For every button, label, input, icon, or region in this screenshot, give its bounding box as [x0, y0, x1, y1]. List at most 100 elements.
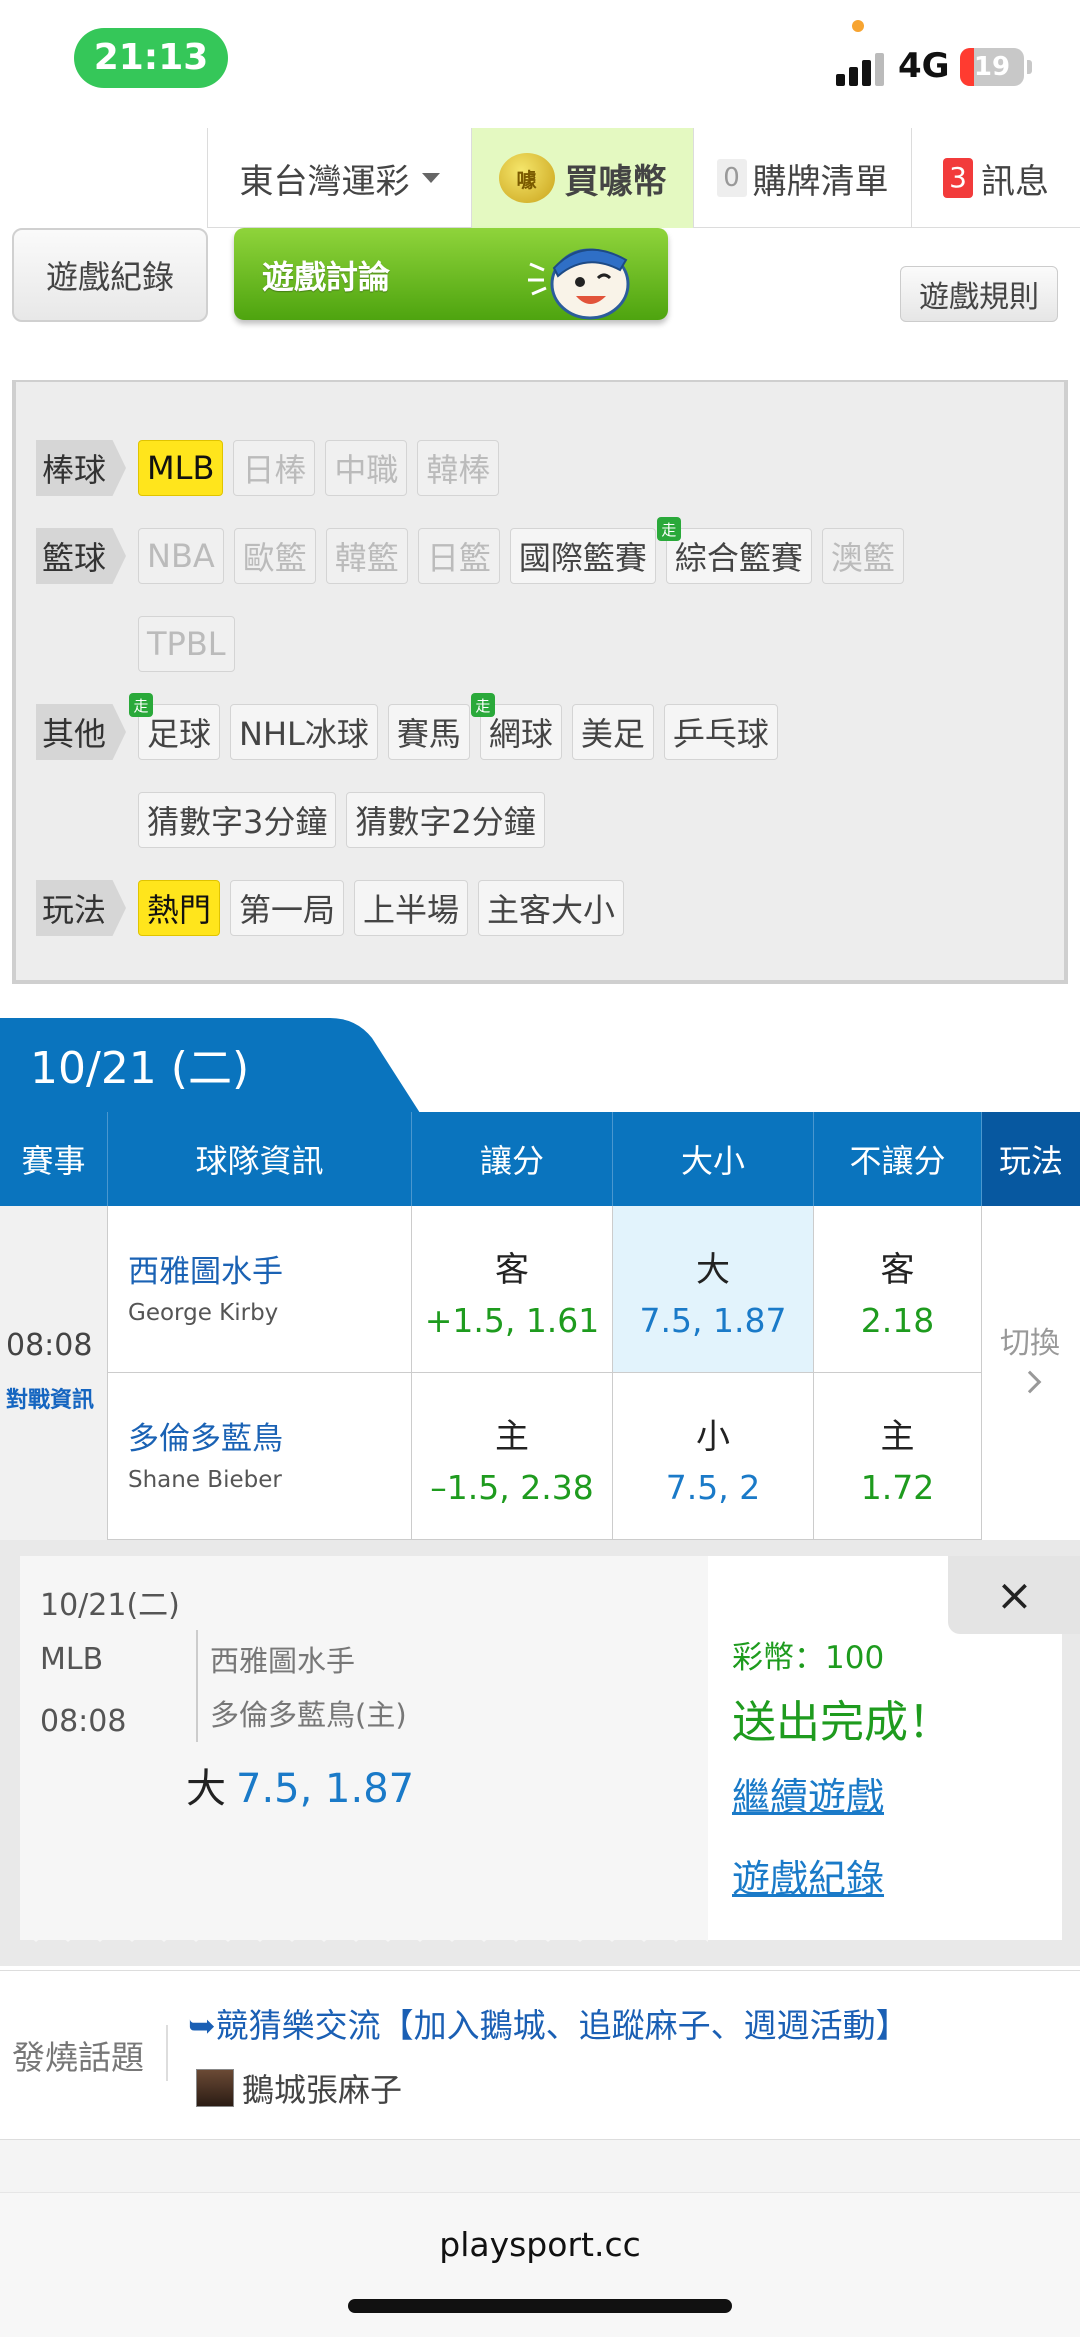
odds-table-header: 賽事 球隊資訊 讓分 大小 不讓分 玩法	[0, 1112, 1080, 1206]
ticket-home-team: 多倫多藍鳥(主)	[210, 1698, 407, 1732]
filter-chip-table-tennis[interactable]: 乒乓球	[663, 704, 778, 760]
team-cell-home: 多倫多藍鳥 Shane Bieber	[108, 1373, 412, 1539]
live-badge: 走	[129, 693, 153, 717]
switch-button[interactable]: 切換	[982, 1206, 1080, 1540]
privacy-indicator-icon	[852, 20, 864, 32]
filter-chip-npb[interactable]: 日棒	[233, 440, 316, 496]
filter-chip-mlb[interactable]: MLB	[138, 440, 224, 496]
filter-chip-home-away-total[interactable]: 主客大小	[478, 880, 625, 936]
caret-down-icon	[421, 173, 440, 183]
bet-ticket: 10/21(二) MLB 08:08 西雅圖水手 多倫多藍鳥(主) 大 7.5, …	[20, 1556, 708, 1940]
filter-chip-tpbl[interactable]: TPBL	[138, 616, 235, 672]
play-mode-button[interactable]: 玩法	[982, 1112, 1080, 1206]
filter-category-baseball: 棒球	[36, 440, 126, 496]
filter-chip-euro-basketball[interactable]: 歐籃	[233, 528, 316, 584]
game-rules-button[interactable]: 遊戲規則	[900, 266, 1058, 322]
filter-chip-american-football[interactable]: 美足	[571, 704, 654, 760]
lottery-dropdown[interactable]: 東台灣運彩	[207, 128, 471, 228]
filter-chip-first-inning[interactable]: 第一局	[230, 880, 345, 936]
date-tab: 10/21 (二)	[0, 1018, 420, 1113]
filter-chip-tennis[interactable]: 走 網球	[470, 693, 562, 760]
header-team-info: 球隊資訊	[108, 1112, 412, 1206]
close-button[interactable]: ×	[948, 1556, 1080, 1634]
filter-chip-aus-basketball[interactable]: 澳籃	[821, 528, 904, 584]
filter-chip-horse-racing[interactable]: 賽馬	[387, 704, 470, 760]
cart-button[interactable]: 0 購牌清單	[693, 128, 911, 228]
messages-button[interactable]: 3 訊息	[911, 128, 1080, 228]
browser-url-bar: playsport.cc	[0, 2192, 1080, 2337]
odds-spread-home[interactable]: 主 –1.5, 2.38	[412, 1373, 613, 1539]
odds-spread-away[interactable]: 客 +1.5, 1.61	[412, 1206, 613, 1372]
buy-coin-button[interactable]: 噱 買噱幣	[471, 128, 693, 228]
hot-topic-section: 發燒話題 ➥競猜樂交流【加入鵝城、追蹤麻子、週週活動】 鵝城張麻子	[0, 1970, 1080, 2140]
event-time: 08:08	[6, 1328, 93, 1363]
filter-row-baseball: 棒球 MLB 日棒 中職 韓棒	[36, 440, 509, 496]
hot-topic-author[interactable]: 鵝城張麻子	[196, 2065, 402, 2111]
cart-count-badge: 0	[716, 159, 747, 197]
ticket-time: 08:08	[40, 1704, 127, 1739]
url-text[interactable]: playsport.cc	[0, 2225, 1080, 2264]
battery-icon: 19	[960, 48, 1024, 86]
game-discussion-button[interactable]: 遊戲討論	[234, 228, 668, 320]
live-badge: 走	[656, 517, 681, 541]
ticket-pick: 大 7.5, 1.87	[186, 1766, 415, 1812]
team-name[interactable]: 西雅圖水手	[128, 1246, 283, 1291]
header-total: 大小	[613, 1112, 814, 1206]
team-cell-away: 西雅圖水手 George Kirby	[108, 1206, 412, 1372]
status-bar: 21:13 4G 19	[0, 0, 1080, 120]
filter-row-other-2: 猜數字3分鐘 猜數字2分鐘	[138, 792, 555, 848]
coin-icon: 噱	[498, 153, 555, 203]
pitcher-name: George Kirby	[128, 1300, 279, 1326]
date-label: 10/21 (二)	[30, 1043, 250, 1094]
filter-category-basketball: 籃球	[36, 528, 126, 584]
ticket-away-team: 西雅圖水手	[210, 1644, 356, 1678]
header-moneyline: 不讓分	[814, 1112, 982, 1206]
filter-chip-korea-basketball[interactable]: 韓籃	[325, 528, 408, 584]
filter-chip-first-half[interactable]: 上半場	[354, 880, 469, 936]
filter-chip-guess-2min[interactable]: 猜數字2分鐘	[346, 792, 545, 848]
coin-balance: 彩幣：100	[732, 1640, 885, 1676]
hot-topic-label: 發燒話題	[12, 2038, 144, 2077]
filter-chip-nhl[interactable]: NHL冰球	[230, 704, 378, 760]
odds-total-over[interactable]: 大 7.5, 1.87	[613, 1206, 814, 1372]
network-type: 4G	[898, 46, 950, 86]
game-record-link[interactable]: 遊戲紀錄	[732, 1848, 884, 1903]
filter-category-play: 玩法	[36, 880, 126, 936]
clock: 21:13	[74, 28, 228, 88]
matchup-info-link[interactable]: 對戰資訊	[6, 1382, 94, 1414]
odds-total-under[interactable]: 小 7.5, 2	[613, 1373, 814, 1539]
mascot-icon	[528, 248, 630, 320]
close-icon: ×	[996, 1570, 1033, 1621]
chevron-right-icon	[1018, 1370, 1042, 1394]
filter-chip-intl-basketball[interactable]: 國際籃賽	[509, 528, 656, 584]
game-record-button[interactable]: 遊戲紀錄	[12, 228, 208, 322]
live-badge: 走	[470, 693, 495, 717]
odds-moneyline-away[interactable]: 客 2.18	[814, 1206, 982, 1372]
continue-game-link[interactable]: 繼續遊戲	[732, 1766, 884, 1821]
filter-chip-kbo[interactable]: 韓棒	[417, 440, 500, 496]
filter-chip-cpbl[interactable]: 中職	[325, 440, 408, 496]
ticket-date: 10/21(二)	[40, 1588, 180, 1623]
message-count-badge: 3	[943, 158, 973, 198]
filter-chip-nba[interactable]: NBA	[138, 528, 224, 584]
top-nav: 東台灣運彩 噱 買噱幣 0 購牌清單 3 訊息	[207, 128, 1080, 228]
filter-row-other: 其他 走 足球 NHL冰球 賽馬 走 網球 美足 乒乓球	[36, 693, 788, 760]
filter-row-play: 玩法 熱門 第一局 上半場 主客大小	[36, 880, 634, 936]
home-indicator[interactable]	[348, 2299, 732, 2313]
avatar	[196, 2069, 234, 2107]
filter-chip-guess-3min[interactable]: 猜數字3分鐘	[138, 792, 337, 848]
hot-topic-link[interactable]: ➥競猜樂交流【加入鵝城、追蹤麻子、週週活動】	[188, 1999, 909, 2047]
submit-complete-text: 送出完成！	[732, 1697, 952, 1748]
pitcher-name: Shane Bieber	[128, 1467, 282, 1493]
battery-level: 19	[973, 52, 1011, 82]
filter-chip-japan-basketball[interactable]: 日籃	[417, 528, 500, 584]
bet-confirmation-panel: 10/21(二) MLB 08:08 西雅圖水手 多倫多藍鳥(主) 大 7.5, …	[0, 1540, 1080, 1966]
filter-chip-soccer[interactable]: 走 足球	[129, 693, 221, 760]
odds-moneyline-home[interactable]: 主 1.72	[814, 1373, 982, 1539]
team-name[interactable]: 多倫多藍鳥	[128, 1413, 283, 1458]
event-cell: 08:08 對戰資訊	[0, 1206, 108, 1540]
filter-chip-mixed-basketball[interactable]: 走 綜合籃賽	[656, 517, 812, 584]
filter-chip-hot[interactable]: 熱門	[138, 880, 221, 936]
filter-category-other: 其他	[36, 704, 126, 760]
header-event: 賽事	[0, 1112, 108, 1206]
